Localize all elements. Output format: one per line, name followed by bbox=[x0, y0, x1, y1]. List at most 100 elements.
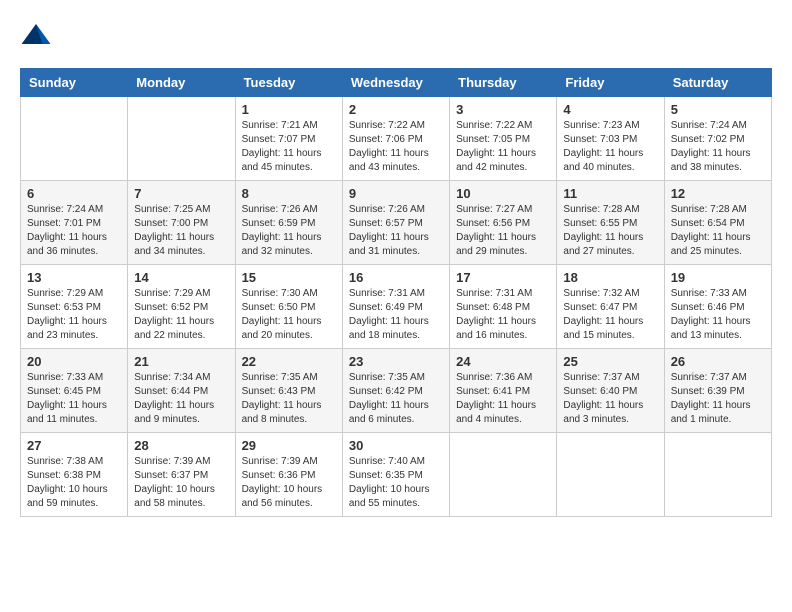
calendar-cell: 27 Sunrise: 7:38 AM Sunset: 6:38 PM Dayli… bbox=[21, 433, 128, 517]
day-info: Sunrise: 7:31 AM Sunset: 6:48 PM Dayligh… bbox=[456, 287, 550, 343]
day-number: 25 bbox=[563, 354, 657, 369]
calendar-cell: 13Sunrise: 7:29 AM Sunset: 6:53 PM Dayli… bbox=[21, 265, 128, 349]
day-info: Sunrise: 7:21 AM Sunset: 7:07 PM Dayligh… bbox=[242, 119, 336, 175]
calendar-cell: 9 Sunrise: 7:26 AM Sunset: 6:57 PM Daylig… bbox=[342, 181, 449, 265]
day-number: 18 bbox=[563, 270, 657, 285]
column-header-thursday: Thursday bbox=[450, 69, 557, 97]
calendar-cell: 16 Sunrise: 7:31 AM Sunset: 6:49 PM Dayli… bbox=[342, 265, 449, 349]
day-info: Sunrise: 7:25 AM Sunset: 7:00 PM Dayligh… bbox=[134, 203, 228, 259]
calendar-cell: 8 Sunrise: 7:26 AM Sunset: 6:59 PM Daylig… bbox=[235, 181, 342, 265]
day-info: Sunrise: 7:22 AM Sunset: 7:06 PM Dayligh… bbox=[349, 119, 443, 175]
day-info: Sunrise: 7:26 AM Sunset: 6:59 PM Dayligh… bbox=[242, 203, 336, 259]
day-info: Sunrise: 7:29 AM Sunset: 6:52 PM Dayligh… bbox=[134, 287, 228, 343]
column-header-saturday: Saturday bbox=[664, 69, 771, 97]
calendar-cell: 14 Sunrise: 7:29 AM Sunset: 6:52 PM Dayli… bbox=[128, 265, 235, 349]
logo bbox=[20, 20, 56, 52]
calendar-cell: 10Sunrise: 7:27 AM Sunset: 6:56 PM Dayli… bbox=[450, 181, 557, 265]
day-number: 6 bbox=[27, 186, 121, 201]
calendar-week-row: 6 Sunrise: 7:24 AM Sunset: 7:01 PM Daylig… bbox=[21, 181, 772, 265]
day-info: Sunrise: 7:24 AM Sunset: 7:01 PM Dayligh… bbox=[27, 203, 121, 259]
day-info: Sunrise: 7:28 AM Sunset: 6:55 PM Dayligh… bbox=[563, 203, 657, 259]
day-number: 7 bbox=[134, 186, 228, 201]
column-header-tuesday: Tuesday bbox=[235, 69, 342, 97]
calendar-cell: 2 Sunrise: 7:22 AM Sunset: 7:06 PM Daylig… bbox=[342, 97, 449, 181]
column-header-wednesday: Wednesday bbox=[342, 69, 449, 97]
calendar-cell bbox=[557, 433, 664, 517]
calendar-cell: 3 Sunrise: 7:22 AM Sunset: 7:05 PM Daylig… bbox=[450, 97, 557, 181]
calendar-week-row: 13Sunrise: 7:29 AM Sunset: 6:53 PM Dayli… bbox=[21, 265, 772, 349]
day-number: 19 bbox=[671, 270, 765, 285]
calendar-cell: 29 Sunrise: 7:39 AM Sunset: 6:36 PM Dayli… bbox=[235, 433, 342, 517]
day-number: 16 bbox=[349, 270, 443, 285]
day-number: 23 bbox=[349, 354, 443, 369]
calendar-cell: 5 Sunrise: 7:24 AM Sunset: 7:02 PM Daylig… bbox=[664, 97, 771, 181]
calendar-header-row: SundayMondayTuesdayWednesdayThursdayFrid… bbox=[21, 69, 772, 97]
calendar-cell: 11 Sunrise: 7:28 AM Sunset: 6:55 PM Dayli… bbox=[557, 181, 664, 265]
day-number: 5 bbox=[671, 102, 765, 117]
day-info: Sunrise: 7:24 AM Sunset: 7:02 PM Dayligh… bbox=[671, 119, 765, 175]
day-info: Sunrise: 7:26 AM Sunset: 6:57 PM Dayligh… bbox=[349, 203, 443, 259]
day-number: 21 bbox=[134, 354, 228, 369]
calendar-week-row: 20 Sunrise: 7:33 AM Sunset: 6:45 PM Dayli… bbox=[21, 349, 772, 433]
day-number: 3 bbox=[456, 102, 550, 117]
calendar-cell: 20 Sunrise: 7:33 AM Sunset: 6:45 PM Dayli… bbox=[21, 349, 128, 433]
day-info: Sunrise: 7:34 AM Sunset: 6:44 PM Dayligh… bbox=[134, 371, 228, 427]
day-info: Sunrise: 7:36 AM Sunset: 6:41 PM Dayligh… bbox=[456, 371, 550, 427]
day-number: 9 bbox=[349, 186, 443, 201]
calendar-week-row: 1 Sunrise: 7:21 AM Sunset: 7:07 PM Daylig… bbox=[21, 97, 772, 181]
calendar-cell: 18Sunrise: 7:32 AM Sunset: 6:47 PM Dayli… bbox=[557, 265, 664, 349]
calendar-cell: 15 Sunrise: 7:30 AM Sunset: 6:50 PM Dayli… bbox=[235, 265, 342, 349]
day-number: 17 bbox=[456, 270, 550, 285]
day-number: 11 bbox=[563, 186, 657, 201]
page-header bbox=[20, 20, 772, 52]
calendar-cell: 24Sunrise: 7:36 AM Sunset: 6:41 PM Dayli… bbox=[450, 349, 557, 433]
calendar-cell: 7 Sunrise: 7:25 AM Sunset: 7:00 PM Daylig… bbox=[128, 181, 235, 265]
day-info: Sunrise: 7:23 AM Sunset: 7:03 PM Dayligh… bbox=[563, 119, 657, 175]
day-info: Sunrise: 7:28 AM Sunset: 6:54 PM Dayligh… bbox=[671, 203, 765, 259]
calendar-cell: 4 Sunrise: 7:23 AM Sunset: 7:03 PM Daylig… bbox=[557, 97, 664, 181]
day-info: Sunrise: 7:40 AM Sunset: 6:35 PM Dayligh… bbox=[349, 455, 443, 511]
day-number: 22 bbox=[242, 354, 336, 369]
calendar-cell: 28Sunrise: 7:39 AM Sunset: 6:37 PM Dayli… bbox=[128, 433, 235, 517]
day-info: Sunrise: 7:33 AM Sunset: 6:45 PM Dayligh… bbox=[27, 371, 121, 427]
day-info: Sunrise: 7:38 AM Sunset: 6:38 PM Dayligh… bbox=[27, 455, 121, 511]
day-number: 1 bbox=[242, 102, 336, 117]
day-info: Sunrise: 7:33 AM Sunset: 6:46 PM Dayligh… bbox=[671, 287, 765, 343]
day-info: Sunrise: 7:35 AM Sunset: 6:42 PM Dayligh… bbox=[349, 371, 443, 427]
day-info: Sunrise: 7:22 AM Sunset: 7:05 PM Dayligh… bbox=[456, 119, 550, 175]
day-number: 30 bbox=[349, 438, 443, 453]
day-info: Sunrise: 7:39 AM Sunset: 6:36 PM Dayligh… bbox=[242, 455, 336, 511]
day-number: 15 bbox=[242, 270, 336, 285]
day-number: 26 bbox=[671, 354, 765, 369]
day-info: Sunrise: 7:31 AM Sunset: 6:49 PM Dayligh… bbox=[349, 287, 443, 343]
calendar-cell bbox=[450, 433, 557, 517]
calendar-cell: 1 Sunrise: 7:21 AM Sunset: 7:07 PM Daylig… bbox=[235, 97, 342, 181]
column-header-friday: Friday bbox=[557, 69, 664, 97]
day-number: 8 bbox=[242, 186, 336, 201]
column-header-monday: Monday bbox=[128, 69, 235, 97]
calendar-cell: 12 Sunrise: 7:28 AM Sunset: 6:54 PM Dayli… bbox=[664, 181, 771, 265]
day-info: Sunrise: 7:37 AM Sunset: 6:39 PM Dayligh… bbox=[671, 371, 765, 427]
calendar-cell: 21 Sunrise: 7:34 AM Sunset: 6:44 PM Dayli… bbox=[128, 349, 235, 433]
day-number: 29 bbox=[242, 438, 336, 453]
calendar-cell: 17 Sunrise: 7:31 AM Sunset: 6:48 PM Dayli… bbox=[450, 265, 557, 349]
day-number: 14 bbox=[134, 270, 228, 285]
calendar-cell: 23 Sunrise: 7:35 AM Sunset: 6:42 PM Dayli… bbox=[342, 349, 449, 433]
column-header-sunday: Sunday bbox=[21, 69, 128, 97]
day-number: 20 bbox=[27, 354, 121, 369]
day-info: Sunrise: 7:37 AM Sunset: 6:40 PM Dayligh… bbox=[563, 371, 657, 427]
day-number: 4 bbox=[563, 102, 657, 117]
calendar-cell: 26 Sunrise: 7:37 AM Sunset: 6:39 PM Dayli… bbox=[664, 349, 771, 433]
day-number: 13 bbox=[27, 270, 121, 285]
calendar-table: SundayMondayTuesdayWednesdayThursdayFrid… bbox=[20, 68, 772, 517]
day-number: 12 bbox=[671, 186, 765, 201]
calendar-cell bbox=[128, 97, 235, 181]
calendar-cell: 30 Sunrise: 7:40 AM Sunset: 6:35 PM Dayli… bbox=[342, 433, 449, 517]
calendar-cell: 22 Sunrise: 7:35 AM Sunset: 6:43 PM Dayli… bbox=[235, 349, 342, 433]
day-info: Sunrise: 7:27 AM Sunset: 6:56 PM Dayligh… bbox=[456, 203, 550, 259]
day-info: Sunrise: 7:35 AM Sunset: 6:43 PM Dayligh… bbox=[242, 371, 336, 427]
day-info: Sunrise: 7:39 AM Sunset: 6:37 PM Dayligh… bbox=[134, 455, 228, 511]
day-number: 2 bbox=[349, 102, 443, 117]
day-info: Sunrise: 7:30 AM Sunset: 6:50 PM Dayligh… bbox=[242, 287, 336, 343]
day-number: 27 bbox=[27, 438, 121, 453]
